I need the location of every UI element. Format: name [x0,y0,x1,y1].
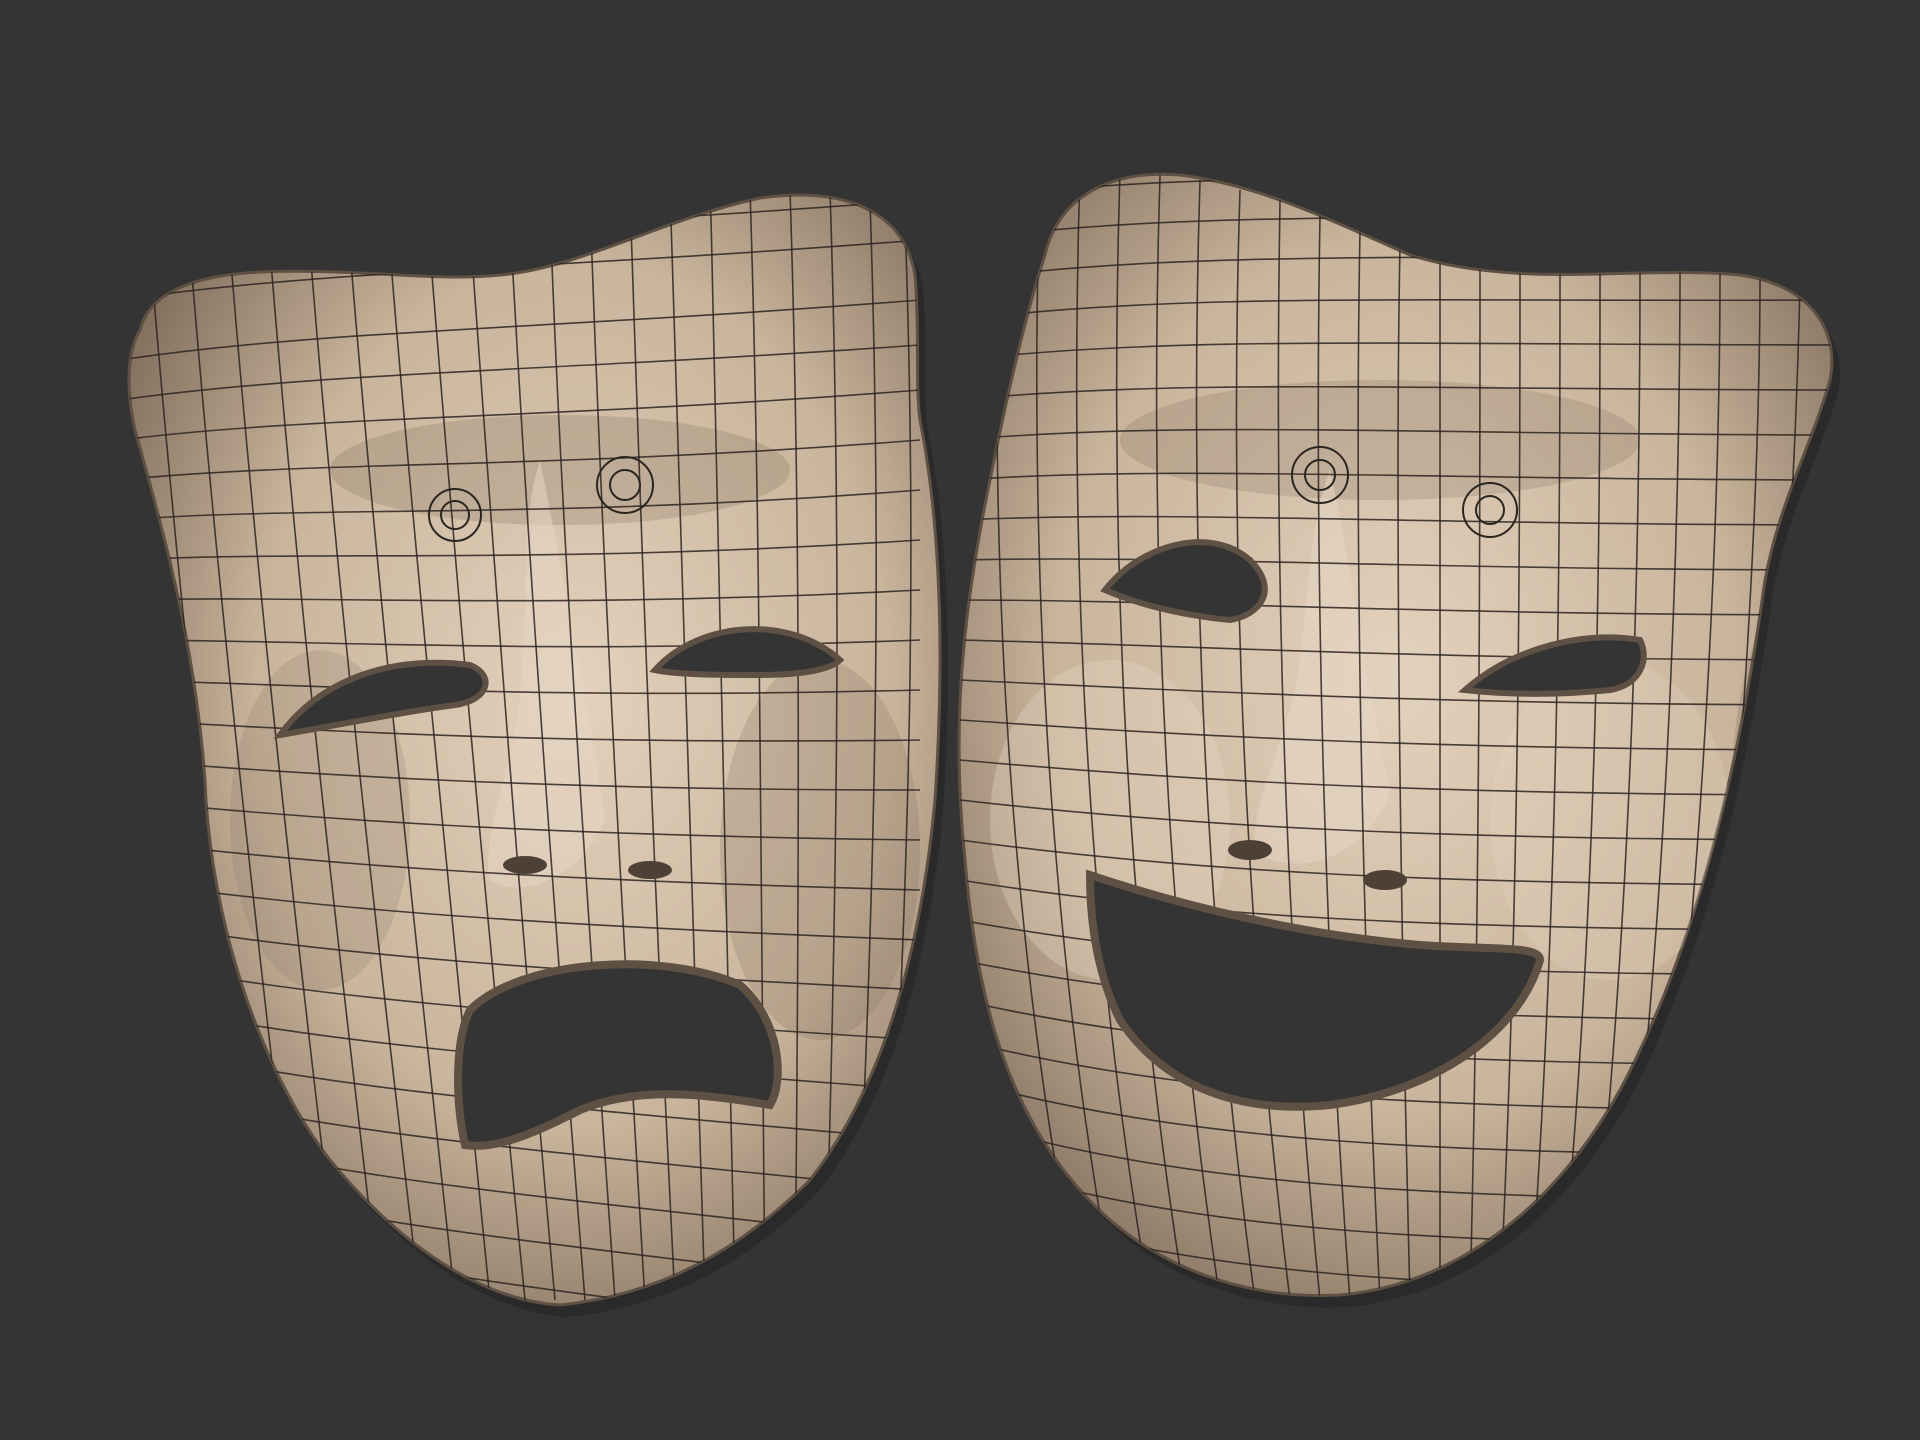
tragedy-mask [127,193,942,1307]
comedy-mask [957,172,1834,1298]
viewport [0,0,1920,1440]
mask-render [127,172,1840,1317]
